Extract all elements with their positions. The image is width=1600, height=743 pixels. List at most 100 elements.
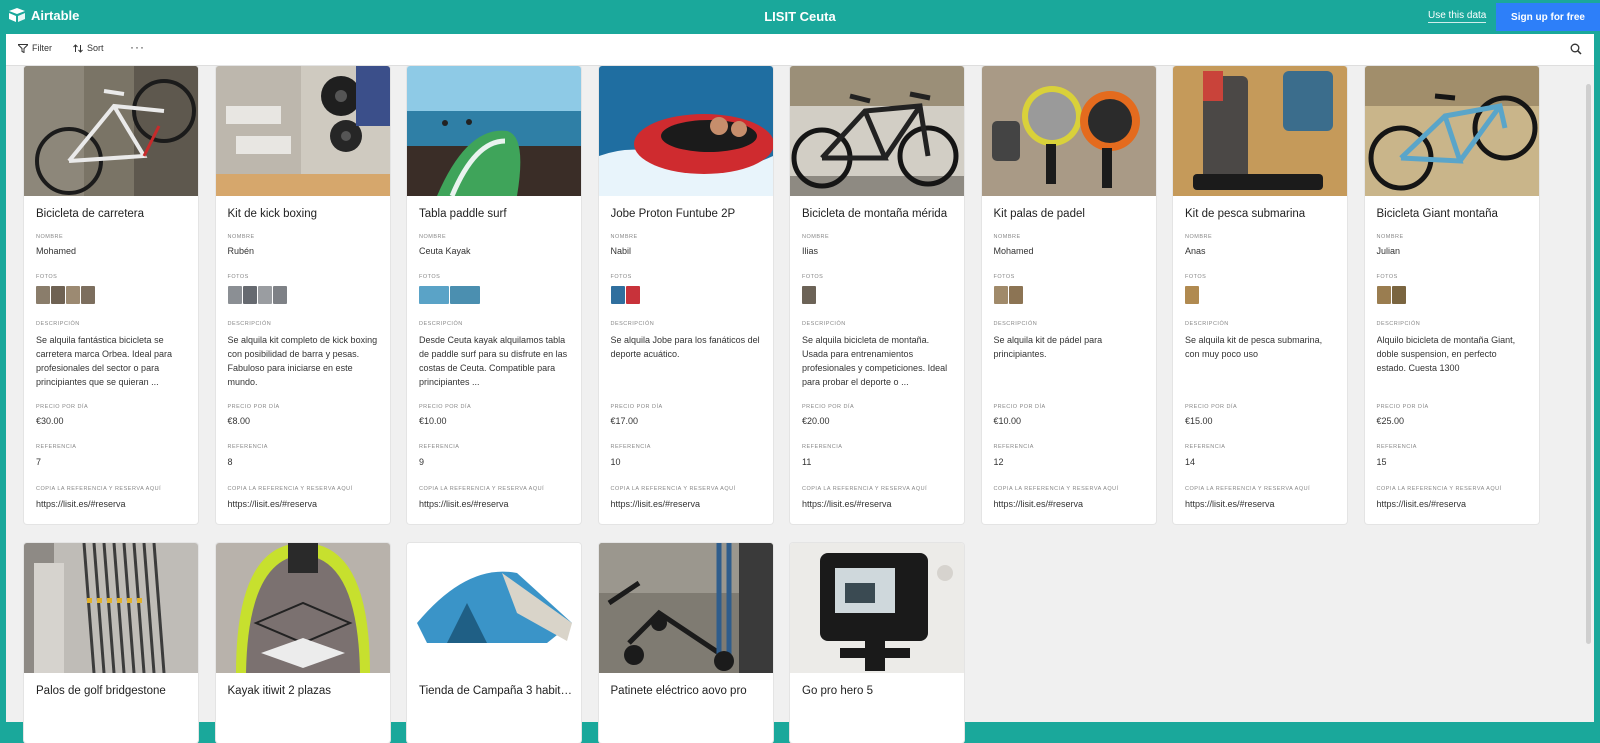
gallery-card[interactable]: Bicicleta de carretera NOMBRE Mohamed FOTOS…	[24, 66, 198, 524]
photo-thumbnail[interactable]	[51, 286, 65, 304]
photo-thumbnail[interactable]	[36, 286, 50, 304]
card-photo	[407, 66, 581, 196]
photo-thumbnails	[993, 286, 1023, 304]
reservation-link[interactable]: https://lisit.es/#reserva	[611, 499, 701, 509]
vertical-scrollbar[interactable]	[1586, 84, 1591, 644]
card-title: Bicicleta Giant montaña	[1376, 208, 1498, 220]
card-photo	[215, 543, 390, 673]
photo-thumbnail[interactable]	[66, 286, 80, 304]
photo-thumbnail[interactable]	[610, 286, 625, 304]
gallery-card[interactable]: Palos de golf bridgestone	[24, 543, 198, 743]
photo-thumbnail[interactable]	[625, 286, 640, 304]
reservation-link[interactable]: https://lisit.es/#reserva	[228, 499, 318, 509]
card-title: Go pro hero 5	[802, 685, 873, 697]
field-label-descripcion: DESCRIPCIÓN	[227, 321, 272, 327]
photo-thumbnail[interactable]	[450, 286, 480, 304]
field-label-precio: PRECIO POR DÍA	[36, 404, 89, 410]
field-value-precio: €25.00	[1376, 416, 1405, 426]
sign-up-button[interactable]: Sign up for free	[1496, 3, 1600, 31]
field-label-fotos: FOTOS	[802, 274, 824, 280]
field-value-referencia: 12	[993, 457, 1004, 467]
card-title: Palos de golf bridgestone	[36, 685, 166, 697]
field-value-nombre: Ilias	[802, 246, 819, 256]
gallery-card[interactable]: Kit de kick boxing NOMBRE Rubén FOTOS DESCRI…	[215, 66, 390, 524]
photo-thumbnail[interactable]	[81, 286, 95, 304]
field-label-descripcion: DESCRIPCIÓN	[36, 321, 80, 327]
field-label-fotos: FOTOS	[1185, 274, 1207, 280]
field-label-fotos: FOTOS	[610, 274, 632, 280]
field-label-fotos: FOTOS	[227, 274, 249, 280]
gallery-grid: Bicicleta de carretera NOMBRE Mohamed FOTOS…	[24, 66, 1564, 743]
photo-thumbnail[interactable]	[257, 286, 272, 304]
card-title: Tienda de Campaña 3 habitaciones	[419, 685, 573, 697]
photo-thumbnail[interactable]	[242, 286, 257, 304]
field-label-referencia: REFERENCIA	[610, 444, 651, 450]
field-label-nombre: NOMBRE	[1185, 234, 1213, 240]
field-value-descripcion: Desde Ceuta kayak alquilamos tabla de pa…	[419, 335, 568, 387]
field-value-precio: €8.00	[227, 416, 251, 426]
field-label-descripcion: DESCRIPCIÓN	[993, 321, 1038, 327]
field-label-precio: PRECIO POR DÍA	[419, 404, 472, 410]
reservation-link[interactable]: https://lisit.es/#reserva	[994, 499, 1084, 509]
field-label-precio: PRECIO POR DÍA	[802, 404, 855, 410]
photo-thumbnail[interactable]	[1008, 286, 1023, 304]
gallery-card[interactable]: Tabla paddle surf NOMBRE Ceuta Kayak FOTOS D…	[407, 66, 581, 524]
field-label-nombre: NOMBRE	[610, 234, 638, 240]
field-value-descripcion: Alquilo bicicleta de montaña Giant, dobl…	[1376, 335, 1516, 373]
card-title: Bicicleta de montaña mérida	[802, 208, 948, 220]
field-label-nombre: NOMBRE	[993, 234, 1021, 240]
field-label-fotos: FOTOS	[419, 274, 441, 280]
photo-thumbnail[interactable]	[1376, 286, 1391, 304]
gallery-card[interactable]: Go pro hero 5	[790, 543, 964, 743]
gallery-card[interactable]: Tienda de Campaña 3 habitaciones	[407, 543, 581, 743]
field-label-descripcion: DESCRIPCIÓN	[419, 321, 463, 327]
gallery-card[interactable]: Kayak itiwit 2 plazas	[215, 543, 390, 743]
gallery-card[interactable]: Bicicleta Giant montaña NOMBRE Julian FOTOS…	[1364, 66, 1539, 524]
view-toolbar: Filter Sort ···	[6, 34, 1594, 66]
field-label-descripcion: DESCRIPCIÓN	[610, 321, 655, 327]
photo-thumbnail[interactable]	[1185, 286, 1199, 304]
field-label-precio: PRECIO POR DÍA	[610, 404, 663, 410]
photo-thumbnail[interactable]	[419, 286, 449, 304]
field-value-referencia: 9	[419, 457, 425, 467]
field-value-precio: €30.00	[36, 416, 64, 426]
filter-button[interactable]: Filter	[18, 43, 52, 53]
photo-thumbnail[interactable]	[993, 286, 1008, 304]
field-value-referencia: 14	[1185, 457, 1196, 467]
field-label-nombre: NOMBRE	[802, 234, 830, 240]
gallery-card[interactable]: Bicicleta de montaña mérida NOMBRE Ilias FO…	[790, 66, 964, 524]
field-label-referencia: REFERENCIA	[1185, 444, 1226, 450]
photo-thumbnail[interactable]	[802, 286, 816, 304]
reservation-link[interactable]: https://lisit.es/#reserva	[419, 499, 509, 509]
field-label-descripcion: DESCRIPCIÓN	[1376, 321, 1421, 327]
field-label-copia: COPIA LA REFERENCIA Y RESERVA AQUÍ	[1376, 486, 1502, 492]
photo-thumbnail[interactable]	[227, 286, 242, 304]
field-label-copia: COPIA LA REFERENCIA Y RESERVA AQUÍ	[227, 486, 353, 492]
field-label-copia: COPIA LA REFERENCIA Y RESERVA AQUÍ	[419, 486, 545, 492]
field-label-referencia: REFERENCIA	[993, 444, 1034, 450]
gallery-card[interactable]: Kit palas de padel NOMBRE Mohamed FOTOS DESC…	[981, 66, 1156, 524]
field-value-nombre: Mohamed	[993, 246, 1034, 256]
use-this-data-link[interactable]: Use this data	[1428, 10, 1487, 23]
reservation-link[interactable]: https://lisit.es/#reserva	[1185, 499, 1275, 509]
sort-button[interactable]: Sort	[73, 43, 104, 53]
field-label-precio: PRECIO POR DÍA	[1185, 404, 1238, 410]
photo-thumbnail[interactable]	[272, 286, 287, 304]
field-value-precio: €17.00	[610, 416, 639, 426]
field-value-descripcion: Se alquila kit completo de kick boxing c…	[227, 335, 378, 387]
gallery-card[interactable]: Patinete eléctrico aovo pro	[598, 543, 773, 743]
field-label-precio: PRECIO POR DÍA	[993, 404, 1046, 410]
gallery-card[interactable]: Jobe Proton Funtube 2P NOMBRE Nabil FOTOS DE…	[598, 66, 773, 524]
search-icon[interactable]	[1570, 43, 1582, 55]
field-value-descripcion: Se alquila bicicleta de montaña. Usada p…	[802, 335, 948, 387]
reservation-link[interactable]: https://lisit.es/#reserva	[802, 499, 892, 509]
reservation-link[interactable]: https://lisit.es/#reserva	[1377, 499, 1467, 509]
reservation-link[interactable]: https://lisit.es/#reserva	[36, 499, 126, 509]
gallery-card[interactable]: Kit de pesca submarina NOMBRE Anas FOTOS DES…	[1173, 66, 1347, 524]
field-label-copia: COPIA LA REFERENCIA Y RESERVA AQUÍ	[610, 486, 736, 492]
photo-thumbnail[interactable]	[1391, 286, 1406, 304]
airtable-logo[interactable]: Airtable	[8, 7, 79, 23]
card-photo	[24, 543, 198, 673]
field-label-referencia: REFERENCIA	[802, 444, 843, 450]
more-options-button[interactable]: ···	[130, 40, 145, 54]
